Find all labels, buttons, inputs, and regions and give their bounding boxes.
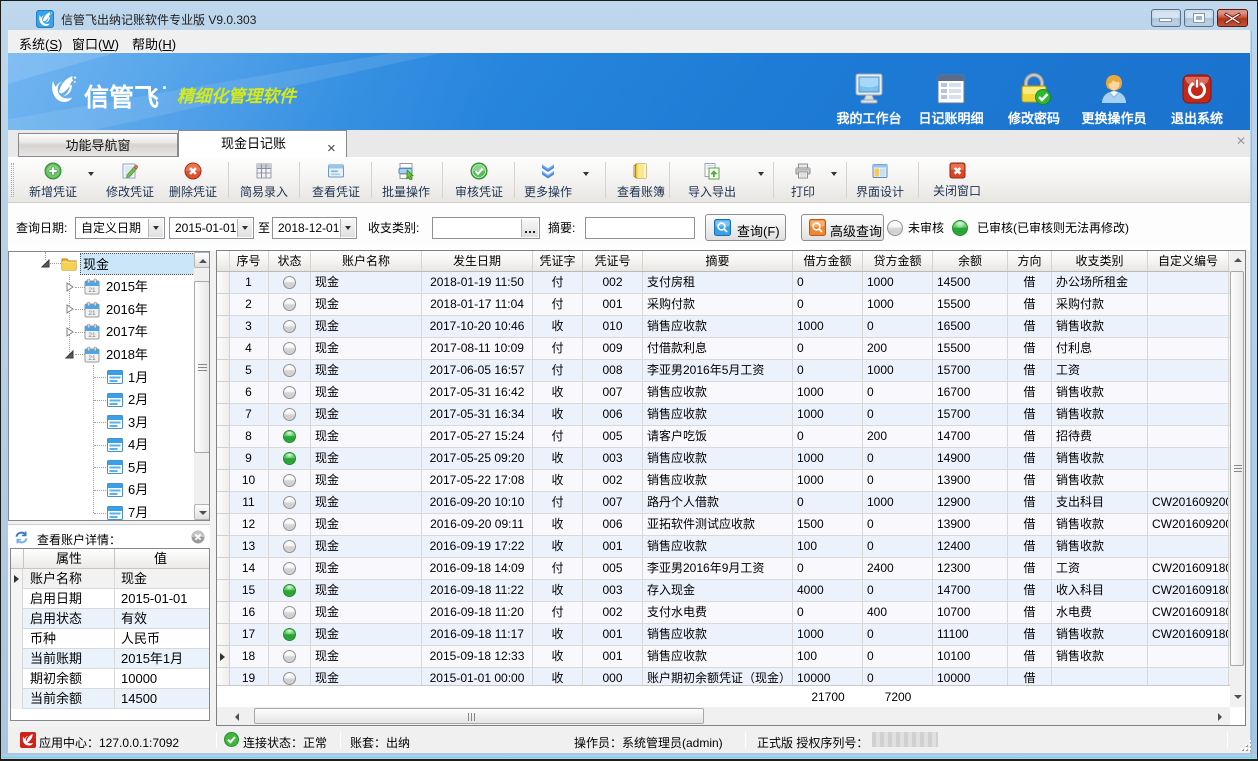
svg-text:21: 21: [88, 355, 96, 362]
svg-text:21: 21: [88, 287, 96, 294]
svg-text:21: 21: [88, 332, 96, 339]
svg-text:21: 21: [88, 310, 96, 317]
